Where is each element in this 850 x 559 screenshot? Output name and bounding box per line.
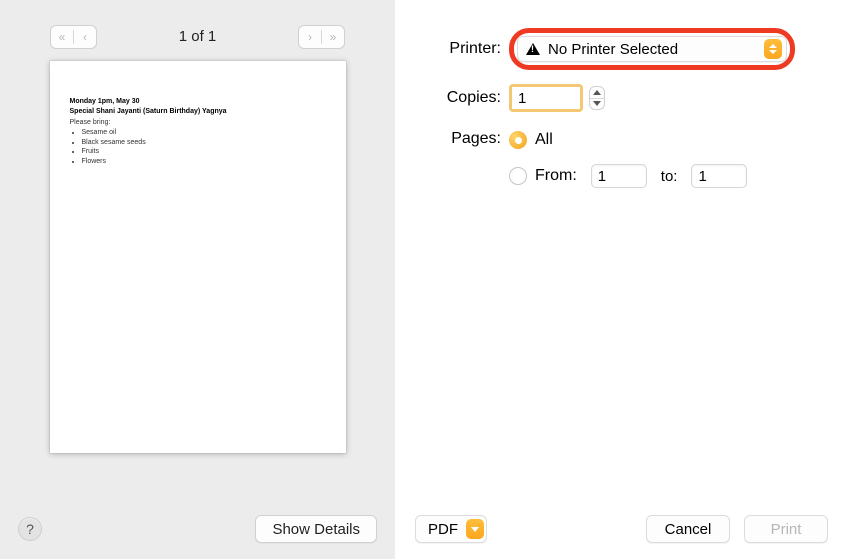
bottom-bar: PDF Cancel Print <box>415 515 828 543</box>
chevron-down-icon <box>593 101 601 106</box>
pages-radio-group: All From: to: <box>509 126 747 190</box>
pages-range-row: From: to: <box>509 162 747 190</box>
doc-line2: Special Shani Jayanti (Saturn Birthday) … <box>70 107 326 116</box>
next-page-group: › » <box>298 25 345 49</box>
next-page-button[interactable]: › <box>299 26 321 48</box>
show-details-button[interactable]: Show Details <box>255 515 377 543</box>
doc-list-item: Sesame oil <box>82 128 326 137</box>
preview-nav-row: « ‹ 1 of 1 › » <box>0 0 395 55</box>
pdf-dropdown[interactable]: PDF <box>415 515 487 543</box>
copies-input[interactable] <box>512 87 580 109</box>
page-indicator: 1 of 1 <box>179 28 217 45</box>
prev-page-button[interactable]: ‹ <box>74 26 96 48</box>
copies-label: Copies: <box>415 89 509 107</box>
pages-to-label: to: <box>661 168 678 185</box>
pages-to-input[interactable] <box>691 164 747 188</box>
copies-stepper[interactable] <box>589 86 605 110</box>
chevron-down-icon <box>769 50 777 54</box>
preview-page: Monday 1pm, May 30 Special Shani Jayanti… <box>50 61 346 453</box>
pdf-label: PDF <box>428 521 458 538</box>
print-button[interactable]: Print <box>744 515 828 543</box>
right-buttons: Cancel Print <box>646 515 828 543</box>
printer-select[interactable]: No Printer Selected <box>517 36 787 62</box>
printer-value: No Printer Selected <box>548 41 756 58</box>
chevron-left-icon: ‹ <box>83 30 87 44</box>
first-page-button[interactable]: « <box>51 26 73 48</box>
stepper-down[interactable] <box>590 99 604 110</box>
radio-all[interactable] <box>509 131 527 149</box>
chevron-up-icon <box>593 90 601 95</box>
doc-list-item: Flowers <box>82 157 326 166</box>
help-icon: ? <box>26 521 34 537</box>
radio-range[interactable] <box>509 167 527 185</box>
chevron-down-icon <box>471 527 479 532</box>
pages-row: Pages: All From: to: <box>415 126 822 190</box>
pages-all-row: All <box>509 126 747 154</box>
options-panel: Printer: No Printer Selected Copies: Pag… <box>395 0 850 559</box>
cancel-button[interactable]: Cancel <box>646 515 730 543</box>
stepper-up[interactable] <box>590 87 604 98</box>
radio-range-label: From: <box>535 167 577 185</box>
preview-page-wrap: Monday 1pm, May 30 Special Shani Jayanti… <box>0 55 395 453</box>
doc-list: Sesame oil Black sesame seeds Fruits Flo… <box>82 128 326 166</box>
dropdown-knob <box>466 519 484 539</box>
printer-label: Printer: <box>415 40 509 58</box>
chevron-up-icon <box>769 44 777 48</box>
printer-highlight: No Printer Selected <box>509 28 795 70</box>
radio-all-label: All <box>535 131 553 149</box>
doc-line3: Please bring: <box>70 118 326 127</box>
printer-row: Printer: No Printer Selected <box>415 28 822 70</box>
pages-from-input[interactable] <box>591 164 647 188</box>
dropdown-knob <box>764 39 782 59</box>
chevron-double-right-icon: » <box>330 30 337 44</box>
last-page-button[interactable]: » <box>322 26 344 48</box>
help-button[interactable]: ? <box>18 517 42 541</box>
chevron-double-left-icon: « <box>59 30 66 44</box>
preview-footer: ? Show Details <box>0 499 395 559</box>
chevron-right-icon: › <box>308 30 312 44</box>
copies-row: Copies: <box>415 84 822 112</box>
prev-page-group: « ‹ <box>50 25 97 49</box>
doc-list-item: Fruits <box>82 147 326 156</box>
preview-panel: « ‹ 1 of 1 › » Monday 1pm, May 30 Specia… <box>0 0 395 559</box>
doc-line1: Monday 1pm, May 30 <box>70 97 326 106</box>
pages-label: Pages: <box>415 126 509 148</box>
copies-input-wrap <box>509 84 583 112</box>
warning-icon <box>526 43 540 55</box>
doc-list-item: Black sesame seeds <box>82 138 326 147</box>
